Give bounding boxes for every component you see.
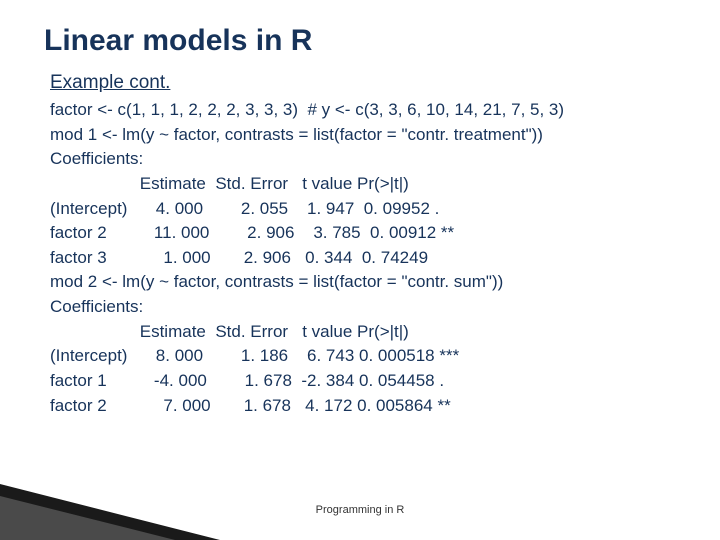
decorative-corner bbox=[0, 484, 220, 540]
example-subhead: Example cont. bbox=[50, 72, 676, 94]
code-output-block: factor <- c(1, 1, 1, 2, 2, 2, 3, 3, 3) #… bbox=[50, 98, 676, 418]
slide-title: Linear models in R bbox=[44, 24, 676, 58]
